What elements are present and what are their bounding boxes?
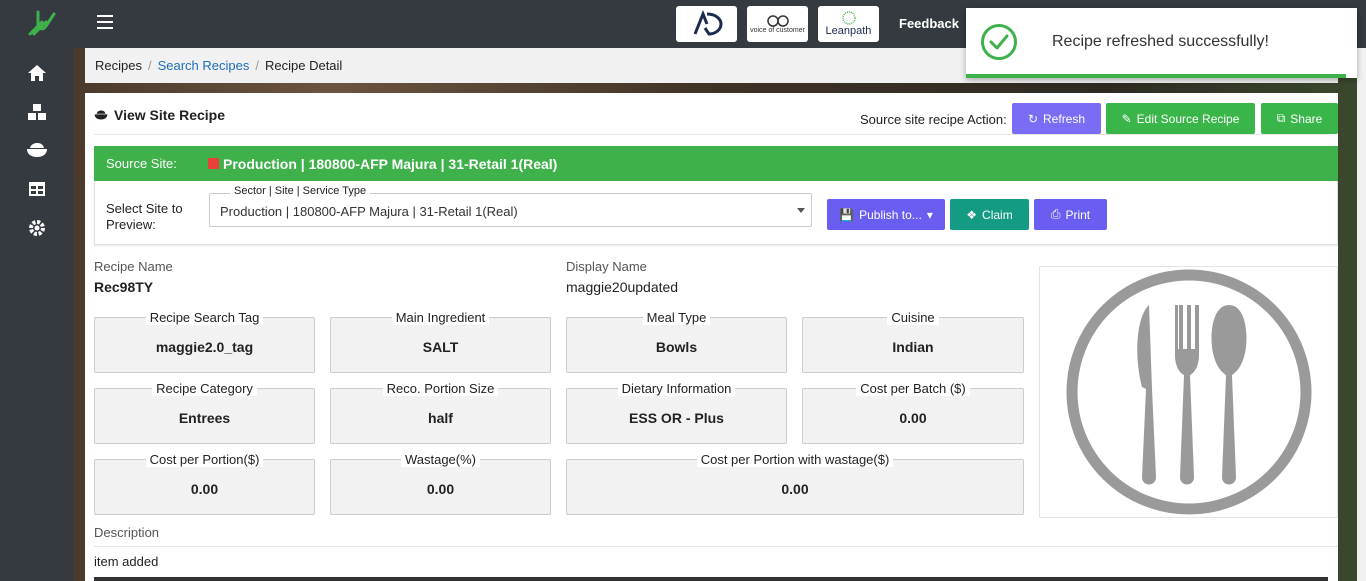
brand-ad-logo[interactable] [676,6,737,42]
refresh-button[interactable]: ↻ Refresh [1012,103,1101,134]
site-select-value: Production | 180800-AFP Majura | 31-Reta… [220,204,518,219]
publish-button[interactable]: 💾 Publish to... ▾ [827,199,945,230]
site-select-legend: Sector | Site | Service Type [230,185,371,197]
toast-message: Recipe refreshed successfully! [1052,33,1269,50]
caret-down-icon: ▾ [926,207,933,222]
print-button[interactable]: ⎙ Print [1034,199,1107,230]
brand-voc-logo[interactable]: voice of customer [747,6,808,42]
breadcrumb-search-recipes[interactable]: Search Recipes [158,58,250,73]
field-box: Cost per Portion with wastage($) 0.00 [566,452,1024,515]
preview-box: Select Site to Preview: Sector | Site | … [94,181,1338,245]
source-site-label: Source Site: [106,156,177,171]
gear-icon[interactable] [26,217,48,239]
home-icon[interactable] [26,62,48,84]
card-title: View Site Recipe [94,107,225,123]
share-button[interactable]: ⧉ Share [1261,103,1338,134]
field-box: Wastage(%) 0.00 [330,452,551,515]
field-box: Recipe Category Entrees [94,381,315,444]
plate-cutlery-icon [1066,269,1311,515]
field-box: Dietary Information ESS OR - Plus [566,381,787,444]
breadcrumb-current: Recipe Detail [265,58,343,73]
scrollbar[interactable] [1357,48,1366,581]
description-label: Description [94,525,160,540]
boxes-icon[interactable] [26,101,48,123]
check-circle-icon [981,24,1017,60]
source-action-label: Source site recipe Action: [860,112,1007,127]
chevron-down-icon [797,208,805,213]
bowl-icon[interactable] [26,139,48,161]
refresh-icon: ↻ [1027,111,1039,126]
field-box: Cost per Batch ($) 0.00 [802,381,1024,444]
display-name: maggie20updated [566,279,679,295]
crosshair-icon: ❖ [966,207,978,222]
field-box: Cuisine Indian [802,310,1024,373]
preview-label: Select Site to Preview: [106,201,183,232]
success-toast[interactable]: Recipe refreshed successfully! [966,8,1357,78]
bowl-icon [94,110,108,120]
app-logo-icon[interactable] [24,4,60,40]
breadcrumb-recipes[interactable]: Recipes [95,58,142,73]
breadcrumb-separator: / [147,58,152,73]
status-square-icon [208,158,219,169]
recipe-image [1039,266,1338,518]
claim-button[interactable]: ❖ Claim [950,199,1029,230]
edit-icon: ✎ [1121,111,1132,126]
table-header-edge [94,577,1328,581]
hamburger-menu-icon[interactable] [97,15,113,31]
divider [94,546,1338,547]
recipe-name-label: Recipe Name [94,259,173,274]
toast-progress-bar [966,74,1346,78]
field-box: Cost per Portion($) 0.00 [94,452,315,515]
source-site-value: Production | 180800-AFP Majura | 31-Reta… [223,155,558,172]
display-name-label: Display Name [566,259,647,274]
source-site-bar: Source Site: Production | 180800-AFP Maj… [94,146,1338,181]
edit-source-recipe-button[interactable]: ✎ Edit Source Recipe [1106,103,1255,134]
brand-leanpath-logo[interactable]: Leanpath [818,6,879,42]
field-box: Recipe Search Tag maggie2.0_tag [94,310,315,373]
recipe-panel: View Site Recipe Source site recipe Acti… [85,93,1338,581]
field-box: Reco. Portion Size half [330,381,551,444]
feedback-link[interactable]: Feedback [899,16,959,31]
sidebar [0,0,73,581]
breadcrumb-separator: / [255,58,259,73]
print-icon: ⎙ [1050,207,1061,221]
field-box: Main Ingredient SALT [330,310,551,373]
copy-icon: ⧉ [1276,111,1286,125]
card-header: View Site Recipe Source site recipe Acti… [94,103,1338,135]
field-box: Meal Type Bowls [566,310,787,373]
site-select[interactable]: Sector | Site | Service Type Production … [209,185,812,227]
save-icon: 💾 [839,207,855,222]
recipe-name: Rec98TY [94,279,154,295]
table-icon[interactable] [26,178,48,200]
description-text: item added [94,554,159,569]
